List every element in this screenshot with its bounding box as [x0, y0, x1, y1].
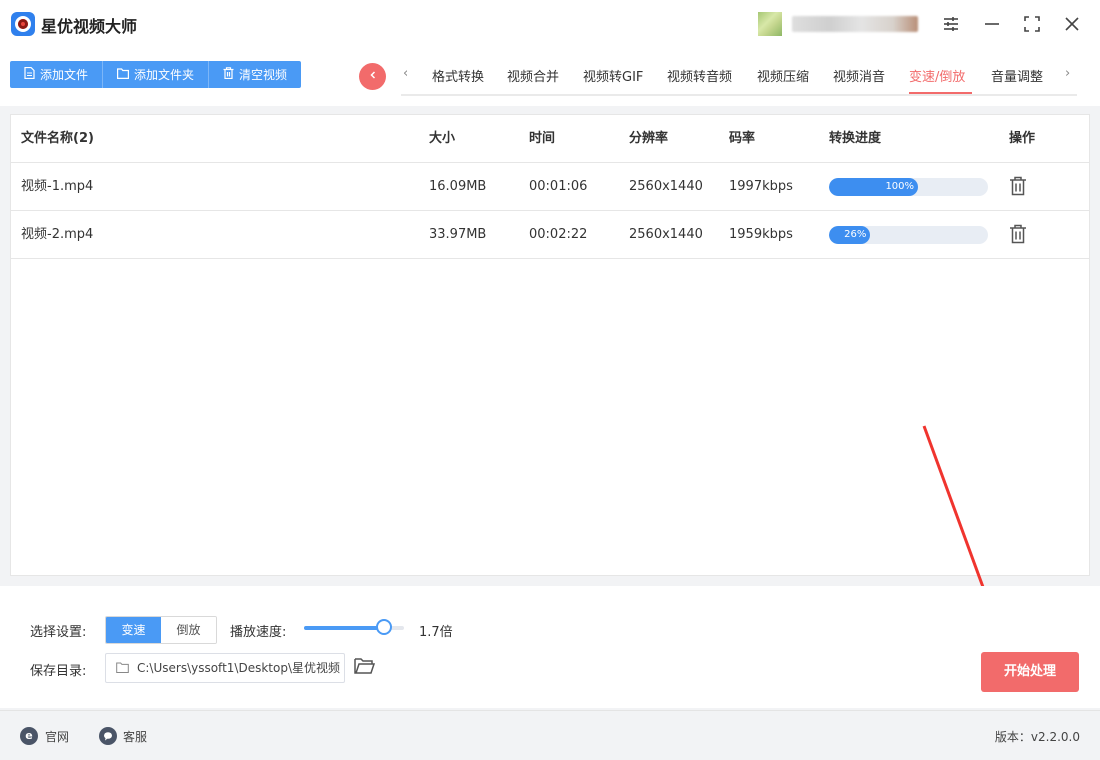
folder-icon: [117, 67, 130, 82]
file-bitrate: 1997kbps: [729, 179, 793, 194]
table-row[interactable]: 视频-1.mp4 16.09MB 00:01:06 2560x1440 1997…: [11, 163, 1089, 211]
footer: e 官网 客服 版本：v2.2.0.0: [0, 710, 1100, 760]
trash-icon: [223, 67, 234, 82]
table-row[interactable]: 视频-2.mp4 33.97MB 00:02:22 2560x1440 1959…: [11, 211, 1089, 259]
version-text: 版本：v2.2.0.0: [994, 730, 1080, 744]
tab-video-compress[interactable]: 视频压缩: [757, 66, 809, 85]
table-header: 文件名称(2) 大小 时间 分辨率 码率 转换进度 操作: [11, 115, 1089, 163]
speed-slider-fill: [304, 626, 384, 630]
user-avatar[interactable]: [758, 12, 782, 36]
progress-bar: 100%: [829, 178, 988, 196]
close-icon[interactable]: [1060, 12, 1084, 36]
maximize-icon[interactable]: [1020, 12, 1044, 36]
chevron-left-icon: [368, 68, 378, 84]
file-size: 16.09MB: [429, 179, 487, 194]
file-name: 视频-1.mp4: [21, 179, 94, 194]
toolbar: 添加文件 添加文件夹 清空视频 ‹ 格式转换 视频合并 视频转GIF 视频转音频…: [0, 48, 1100, 106]
add-file-label: 添加文件: [40, 68, 89, 82]
folder-outline-icon: [116, 661, 129, 678]
progress-fill: 100%: [829, 178, 919, 196]
tab-speed-reverse[interactable]: 变速/倒放: [909, 66, 965, 85]
speed-slider-handle[interactable]: [376, 619, 392, 635]
delete-icon[interactable]: [1009, 176, 1027, 196]
mode-reverse-button[interactable]: 倒放: [161, 617, 216, 643]
save-path-field[interactable]: C:\Users\yssoft1\Desktop\星优视频: [105, 653, 345, 683]
file-name: 视频-2.mp4: [21, 227, 94, 242]
mode-toggle: 变速 倒放: [105, 616, 217, 644]
start-processing-button[interactable]: 开始处理: [981, 652, 1079, 692]
user-name-blurred[interactable]: [792, 16, 918, 32]
header-size: 大小: [429, 131, 456, 146]
header-time: 时间: [529, 131, 556, 146]
tab-video-merge[interactable]: 视频合并: [507, 66, 559, 85]
add-folder-label: 添加文件夹: [134, 68, 195, 82]
ie-icon[interactable]: e: [20, 727, 38, 745]
tab-scroll-right-icon[interactable]: ›: [1065, 66, 1070, 81]
sliders-icon[interactable]: [939, 12, 963, 36]
open-folder-icon[interactable]: [354, 657, 376, 679]
header-action: 操作: [1009, 131, 1036, 146]
clear-videos-label: 清空视频: [239, 68, 288, 82]
collapse-button[interactable]: [359, 63, 386, 90]
tab-scroll-left-icon[interactable]: ‹: [403, 66, 408, 81]
save-path-value: C:\Users\yssoft1\Desktop\星优视频: [137, 661, 340, 675]
delete-icon[interactable]: [1009, 224, 1027, 244]
settings-panel: 选择设置: 变速 倒放 播放速度: 1.7倍 保存目录: C:\Users\ys…: [0, 586, 1100, 708]
tab-video-to-audio[interactable]: 视频转音频: [667, 66, 732, 85]
mode-label: 选择设置:: [30, 625, 87, 640]
add-file-button[interactable]: 添加文件: [10, 61, 104, 88]
active-tab-indicator: [909, 92, 972, 94]
progress-fill: 26%: [829, 226, 871, 244]
header-resolution: 分辨率: [629, 131, 669, 146]
app-title: 星优视频大师: [41, 17, 138, 36]
file-size: 33.97MB: [429, 227, 487, 242]
clear-videos-button[interactable]: 清空视频: [209, 61, 302, 88]
minimize-icon[interactable]: [980, 12, 1004, 36]
file-bitrate: 1959kbps: [729, 227, 793, 242]
website-link[interactable]: 官网: [45, 728, 69, 745]
file-button-group: 添加文件 添加文件夹 清空视频: [10, 61, 302, 88]
title-bar: 星优视频大师: [0, 0, 1100, 48]
file-duration: 00:01:06: [529, 179, 588, 194]
tab-format-convert[interactable]: 格式转换: [432, 66, 484, 85]
speed-value: 1.7倍: [419, 625, 453, 640]
tab-video-to-gif[interactable]: 视频转GIF: [583, 66, 643, 85]
function-tabs: ‹ 格式转换 视频合并 视频转GIF 视频转音频 视频压缩 视频消音 变速/倒放…: [401, 58, 1077, 96]
tab-video-mute[interactable]: 视频消音: [833, 66, 885, 85]
file-resolution: 2560x1440: [629, 227, 703, 242]
support-link[interactable]: 客服: [123, 728, 147, 745]
file-duration: 00:02:22: [529, 227, 588, 242]
add-folder-button[interactable]: 添加文件夹: [103, 61, 210, 88]
chat-icon[interactable]: [99, 727, 117, 745]
header-bitrate: 码率: [729, 131, 756, 146]
file-resolution: 2560x1440: [629, 179, 703, 194]
progress-bar: 26%: [829, 226, 988, 244]
speed-label: 播放速度:: [230, 625, 287, 640]
mode-speed-button[interactable]: 变速: [106, 617, 161, 643]
header-file-name: 文件名称(2): [21, 131, 94, 146]
file-icon: [24, 66, 35, 82]
tab-volume-adjust[interactable]: 音量调整: [991, 66, 1043, 85]
app-logo: [11, 12, 35, 36]
header-progress: 转换进度: [829, 131, 882, 146]
save-dir-label: 保存目录:: [30, 664, 87, 679]
